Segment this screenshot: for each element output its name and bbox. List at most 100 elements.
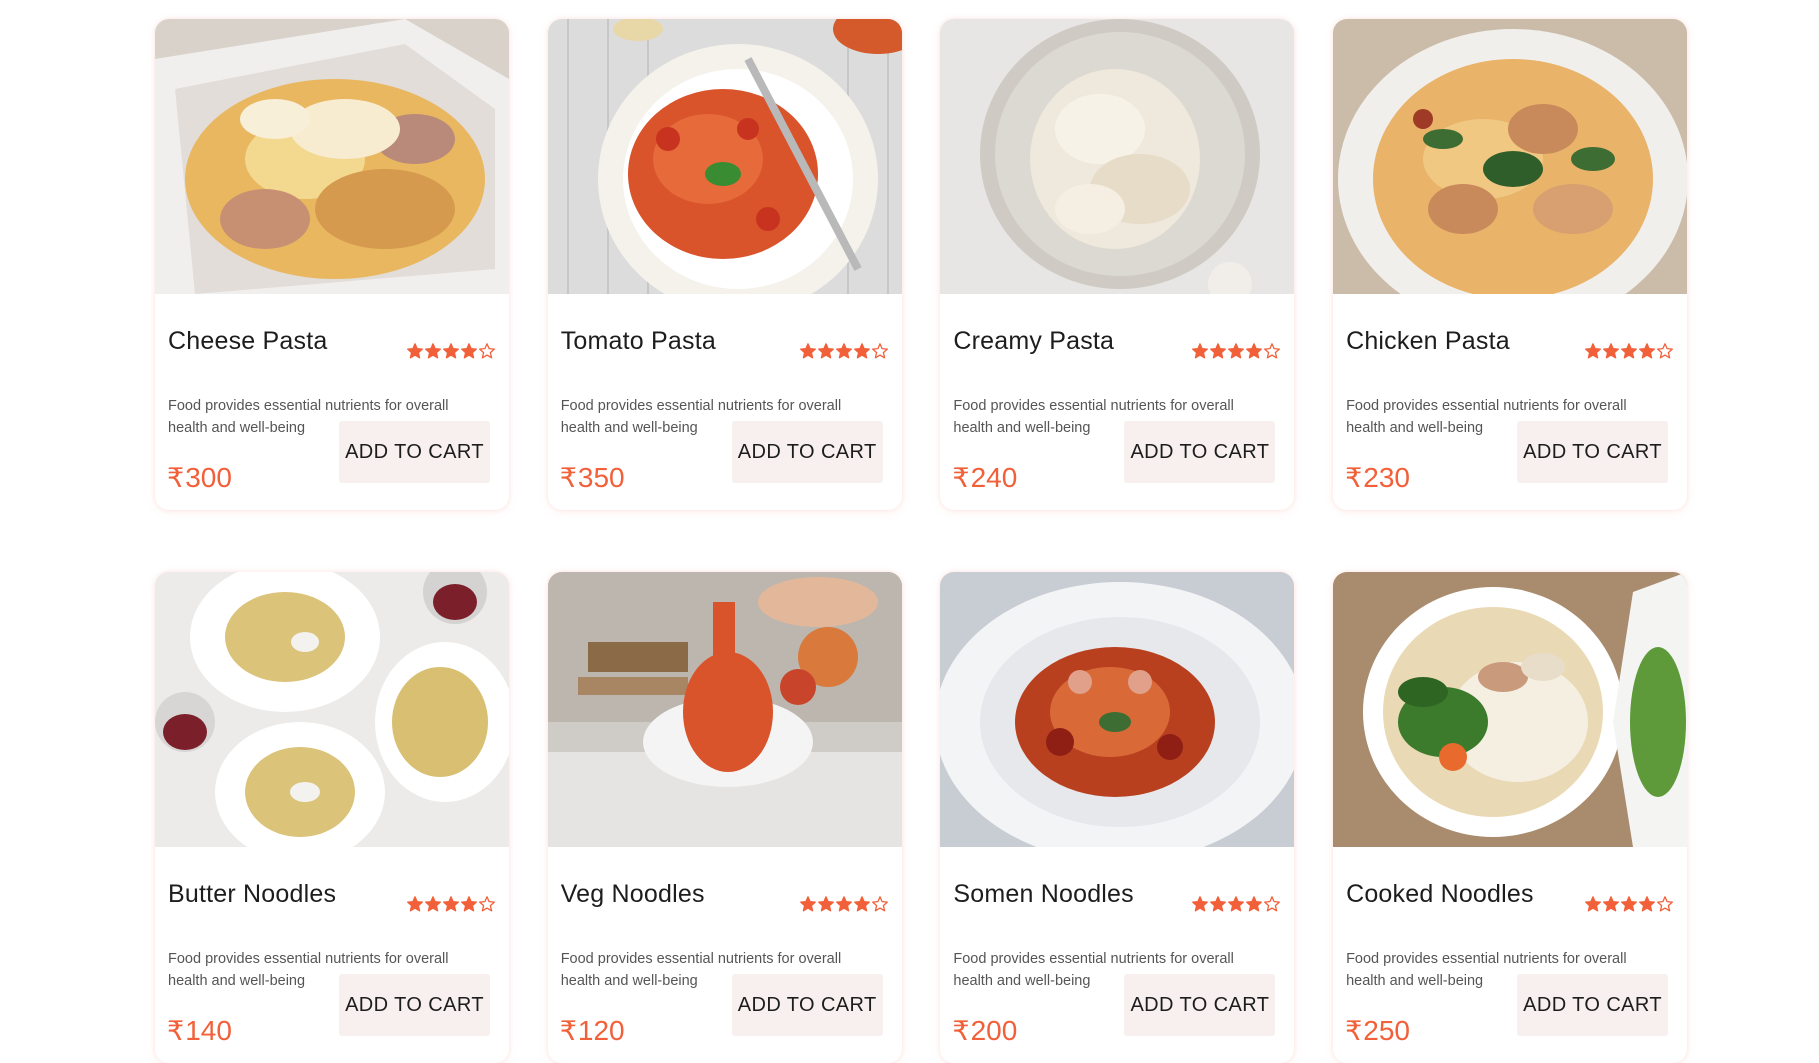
star-empty-icon [1657,896,1674,912]
star-filled-icon [1228,896,1245,912]
star-filled-icon [817,343,834,359]
star-filled-icon [461,896,477,912]
star-filled-icon [835,896,852,912]
price-value: 120 [577,1015,625,1046]
star-filled-icon [817,896,834,912]
star-rating [1192,343,1281,359]
star-rating [1585,343,1674,359]
star-filled-icon [835,343,852,359]
add-to-cart-button[interactable]: ADD TO CART [1517,421,1669,483]
price-value: 140 [185,1015,232,1046]
star-filled-icon [1210,896,1227,912]
product-card: Butter Noodles Food provides essential n… [155,572,509,1063]
somen-noodles-image [940,572,1295,847]
product-price: ₹250 [1345,1015,1410,1047]
add-to-cart-button[interactable]: ADD TO CART [1124,421,1276,483]
product-card: Creamy Pasta Food provides essential nut… [940,19,1295,510]
star-rating [1192,896,1281,912]
product-name: Cheese Pasta [168,327,328,355]
star-filled-icon [1603,896,1620,912]
star-filled-icon [1603,343,1620,359]
product-name: Veg Noodles [560,880,705,908]
product-card: Veg Noodles Food provides essential nutr… [547,572,902,1063]
star-filled-icon [853,896,870,912]
product-name: Tomato Pasta [560,327,716,355]
star-filled-icon [443,343,459,359]
rupee-icon: ₹ [167,463,185,493]
product-name: Cooked Noodles [1346,880,1534,908]
star-rating [407,343,495,359]
rupee-icon: ₹ [559,1016,577,1046]
rupee-icon: ₹ [952,1016,970,1046]
star-filled-icon [1621,896,1638,912]
star-empty-icon [1657,343,1674,359]
butter-noodles-image [155,572,509,847]
rupee-icon: ₹ [559,463,577,493]
add-to-cart-button[interactable]: ADD TO CART [731,421,883,483]
star-filled-icon [461,343,477,359]
star-empty-icon [1264,343,1281,359]
star-filled-icon [425,896,441,912]
star-empty-icon [479,343,495,359]
star-empty-icon [479,896,495,912]
cooked-noodles-image [1333,572,1688,847]
tomato-pasta-image [547,19,902,294]
creamy-pasta-image [940,19,1295,294]
star-filled-icon [1228,343,1245,359]
star-filled-icon [1621,343,1638,359]
star-rating [1585,896,1674,912]
add-to-cart-button[interactable]: ADD TO CART [731,974,883,1036]
product-price: ₹230 [1345,462,1410,494]
rupee-icon: ₹ [952,463,970,493]
star-filled-icon [1585,896,1602,912]
star-filled-icon [1192,343,1209,359]
add-to-cart-button[interactable]: ADD TO CART [339,421,490,483]
star-filled-icon [1639,896,1656,912]
chicken-pasta-image [1333,19,1688,294]
product-price: ₹240 [952,462,1017,494]
star-filled-icon [1210,343,1227,359]
star-filled-icon [407,343,423,359]
star-empty-icon [1264,896,1281,912]
add-to-cart-button[interactable]: ADD TO CART [1517,974,1669,1036]
add-to-cart-button[interactable]: ADD TO CART [1124,974,1276,1036]
star-filled-icon [799,343,816,359]
rupee-icon: ₹ [167,1016,185,1046]
star-rating [407,896,495,912]
product-name: Chicken Pasta [1346,327,1510,355]
product-price: ₹200 [952,1015,1017,1047]
rupee-icon: ₹ [1345,463,1363,493]
star-filled-icon [799,896,816,912]
product-card: Tomato Pasta Food provides essential nut… [547,19,902,510]
star-filled-icon [1246,343,1263,359]
product-card: Somen Noodles Food provides essential nu… [940,572,1295,1063]
product-name: Butter Noodles [168,880,337,908]
price-value: 350 [577,462,625,493]
price-value: 300 [185,462,232,493]
menu-grid: Cheese Pasta Food provides essential nut… [155,19,1688,1063]
star-rating [799,896,888,912]
product-price: ₹140 [167,1015,232,1047]
star-filled-icon [425,343,441,359]
price-value: 240 [970,462,1018,493]
product-card: Cooked Noodles Food provides essential n… [1333,572,1688,1063]
add-to-cart-button[interactable]: ADD TO CART [339,974,490,1036]
star-filled-icon [1246,896,1263,912]
star-filled-icon [1192,896,1209,912]
star-filled-icon [1585,343,1602,359]
product-card: Cheese Pasta Food provides essential nut… [155,19,509,510]
product-name: Creamy Pasta [953,327,1115,355]
price-value: 250 [1363,1015,1410,1046]
product-card: Chicken Pasta Food provides essential nu… [1333,19,1688,510]
product-price: ₹120 [560,1015,625,1047]
cheese-pasta-image [155,19,509,294]
star-filled-icon [407,896,423,912]
star-empty-icon [871,896,888,912]
price-value: 200 [970,1015,1018,1046]
star-filled-icon [443,896,459,912]
star-filled-icon [1639,343,1656,359]
product-name: Somen Noodles [953,880,1134,908]
star-rating [799,343,888,359]
star-filled-icon [853,343,870,359]
product-price: ₹350 [560,462,625,494]
